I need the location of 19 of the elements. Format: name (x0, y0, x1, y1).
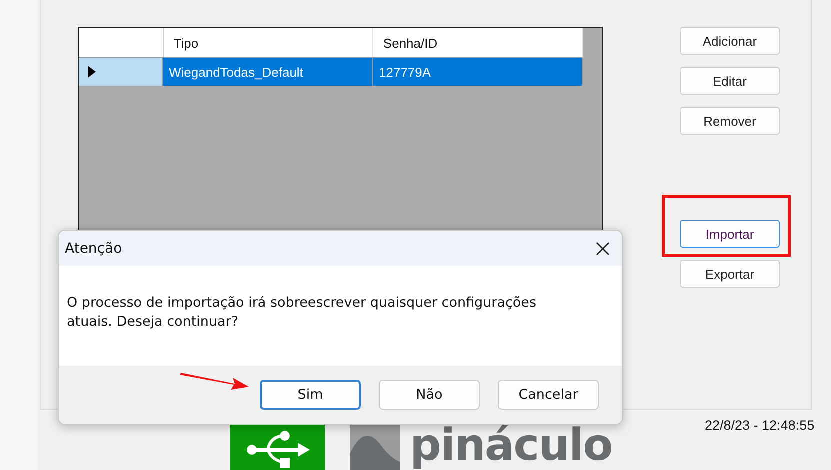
table-cell[interactable]: WiegandTodas_Default (163, 57, 373, 86)
side-button[interactable]: Editar (680, 67, 780, 95)
side-button[interactable]: Importar (680, 220, 780, 248)
close-icon[interactable] (596, 242, 610, 256)
row-header[interactable] (79, 57, 163, 86)
dialog-message: O processo de importação irá sobreescrever quaisquer configurações atuais. Deseja continuar? (66, 294, 538, 332)
side-button[interactable]: Remover (680, 107, 780, 135)
dialog-button[interactable]: Cancelar (498, 380, 599, 410)
column-header[interactable]: Tipo (164, 28, 374, 57)
table-cell[interactable]: 127779A (373, 57, 583, 86)
logo-mark-icon (350, 424, 400, 470)
timestamp: 22/8/23 - 12:48:55 (705, 418, 815, 433)
side-button[interactable]: Adicionar (680, 27, 780, 55)
dialog-button[interactable]: Não (379, 380, 480, 410)
logo-text: pináculo (410, 424, 612, 468)
column-header[interactable]: Senha/ID (373, 28, 584, 57)
dialog-button[interactable]: Sim (260, 380, 361, 410)
side-button[interactable]: Exportar (680, 260, 780, 288)
current-row-icon (88, 66, 96, 78)
